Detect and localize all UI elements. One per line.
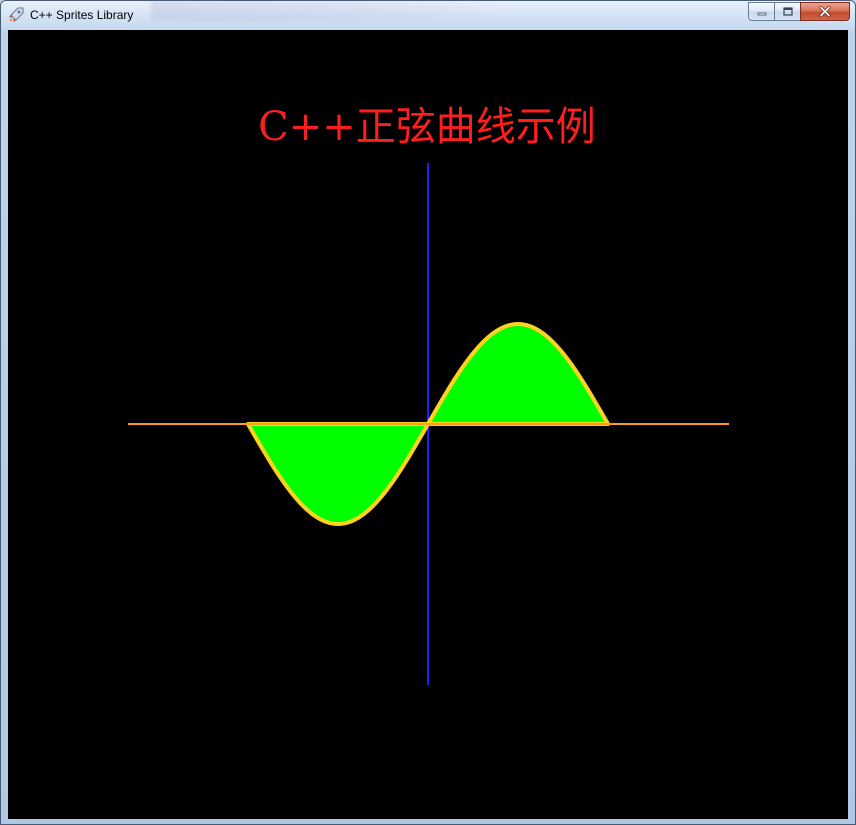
canvas-title: C++正弦曲线示例 [258, 104, 596, 150]
maximize-button[interactable] [774, 2, 800, 21]
minimize-icon [757, 12, 766, 15]
caption-buttons [748, 2, 850, 21]
close-icon [819, 6, 831, 17]
rocket-icon[interactable] [8, 7, 24, 23]
title-bar[interactable]: C++ Sprites Library [1, 1, 855, 30]
close-button[interactable] [800, 2, 850, 21]
window-title: C++ Sprites Library [30, 8, 134, 22]
maximize-icon [782, 7, 793, 16]
title-bar-glass-reflection [151, 1, 511, 21]
sine-positive-lobe [426, 322, 610, 426]
minimize-button[interactable] [748, 2, 774, 21]
drawing-canvas[interactable]: C++正弦曲线示例 [8, 30, 848, 819]
sine-negative-lobe [246, 422, 430, 526]
canvas-svg: C++正弦曲线示例 [128, 104, 729, 685]
app-window: C++ Sprites Library C++正弦曲线示例 [0, 0, 856, 825]
